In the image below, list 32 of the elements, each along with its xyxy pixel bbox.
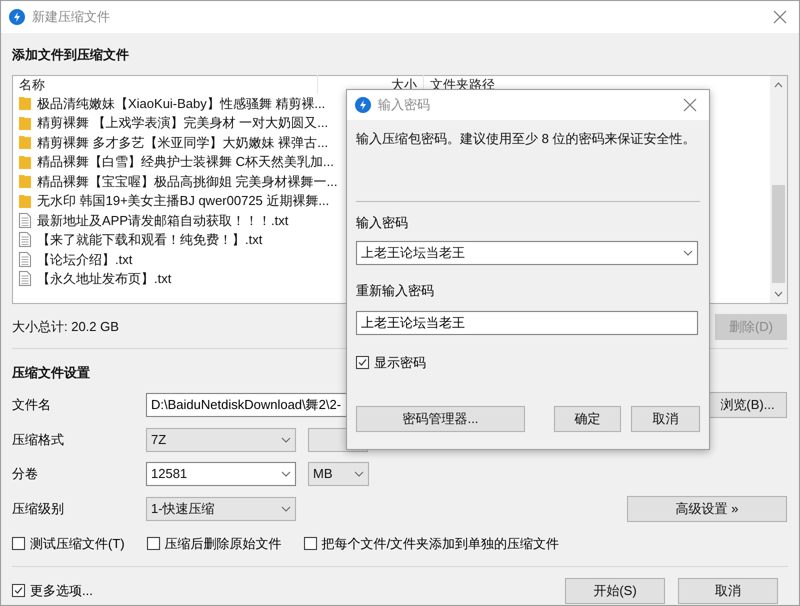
checkbox-label: 压缩后删除原始文件: [164, 535, 282, 553]
dialog-title: 输入密码: [378, 96, 430, 114]
file-name: 最新地址及APP请发邮箱自动获取！！！.txt: [37, 212, 288, 230]
field-label: 文件名: [12, 396, 52, 414]
field-label: 分卷: [12, 465, 39, 484]
section-heading: 添加文件到压缩文件: [12, 46, 129, 64]
dropdown-value: 1-快速压缩: [151, 500, 215, 518]
window-title: 新建压缩文件: [32, 8, 110, 26]
checkbox-label: 显示密码: [374, 354, 426, 372]
file-name: 【论坛介绍】.txt: [37, 250, 132, 268]
file-name: 精剪裸舞 【上戏学表演】完美身材 一对大奶圆又...: [37, 114, 328, 132]
file-name: 精品裸舞【宝宝喔】极品高挑御姐 完美身材裸舞一...: [37, 172, 338, 190]
checkbox-label: 把每个文件/文件夹添加到单独的压缩文件: [322, 535, 560, 553]
dropdown-value: 上老王论坛当老王: [361, 244, 465, 262]
file-name: 精品裸舞【白雪】经典护士装裸舞 C杯天然美乳加...: [37, 153, 334, 171]
dialog-message: 输入压缩包密码。建议使用至少 8 位的密码来保证安全性。: [356, 130, 696, 148]
dropdown-value: MB: [313, 465, 332, 484]
file-name: 精剪裸舞 多才多艺【米亚同学】大奶嫩妹 裸弹古...: [37, 134, 328, 152]
file-name: 【来了就能下载和观看！纯免费！】.txt: [37, 231, 262, 249]
dropdown-value: 12581: [151, 465, 188, 484]
field-label: 输入密码: [356, 214, 409, 232]
dropdown-value: 7Z: [151, 431, 166, 450]
checkbox-label: 更多选项...: [30, 582, 93, 600]
field-label: 压缩格式: [12, 431, 65, 450]
total-size: 大小总计: 20.2 GB: [12, 318, 119, 336]
section-heading: 压缩文件设置: [12, 364, 90, 382]
file-name: 无水印 韩国19+美女主播BJ qwer00725 近期裸舞...: [37, 192, 330, 210]
checkbox-label: 测试压缩文件(T): [30, 535, 125, 553]
file-name: 极品清纯嫩妹【XiaoKui-Baby】性感骚舞 精剪裸...: [37, 94, 326, 113]
file-name: 【永久地址发布页】.txt: [37, 270, 172, 288]
field-label: 重新输入密码: [356, 282, 435, 300]
field-label: 压缩级别: [12, 500, 65, 518]
